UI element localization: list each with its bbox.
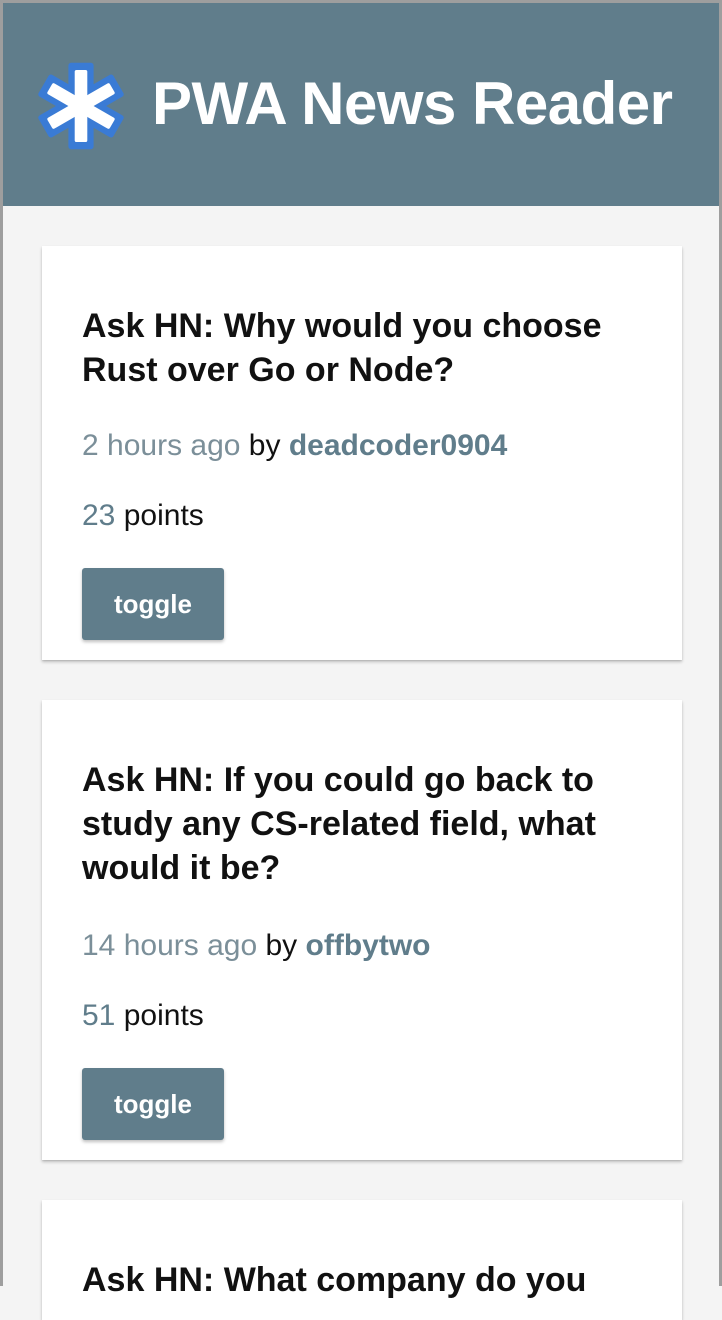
app-title: PWA News Reader	[152, 70, 673, 137]
story-card: Ask HN: What company do you	[42, 1200, 682, 1320]
story-time: 2 hours ago	[82, 429, 241, 462]
story-card: Ask HN: Why would you choose Rust over G…	[42, 246, 682, 660]
story-card: Ask HN: If you could go back to study an…	[42, 700, 682, 1160]
story-time: 14 hours ago	[82, 929, 258, 962]
story-title[interactable]: Ask HN: If you could go back to study an…	[82, 758, 642, 890]
story-points: 51 points	[82, 996, 204, 1036]
story-by-label: by	[248, 429, 281, 462]
points-count: 23	[82, 499, 116, 532]
story-author[interactable]: deadcoder0904	[289, 429, 507, 462]
points-label: points	[123, 999, 204, 1032]
story-author[interactable]: offbytwo	[306, 929, 431, 962]
toggle-button[interactable]: toggle	[82, 1068, 224, 1140]
story-meta: 14 hours ago by offbytwo	[82, 926, 430, 966]
story-by-label: by	[265, 929, 298, 962]
points-label: points	[123, 499, 204, 532]
story-points: 23 points	[82, 496, 204, 536]
story-meta: 2 hours ago by deadcoder0904	[82, 426, 507, 466]
app-header: PWA News Reader	[0, 0, 722, 206]
story-title[interactable]: Ask HN: What company do you	[82, 1258, 642, 1302]
points-count: 51	[82, 999, 116, 1032]
asterisk-icon	[38, 62, 124, 150]
toggle-button[interactable]: toggle	[82, 568, 224, 640]
story-title[interactable]: Ask HN: Why would you choose Rust over G…	[82, 304, 642, 392]
